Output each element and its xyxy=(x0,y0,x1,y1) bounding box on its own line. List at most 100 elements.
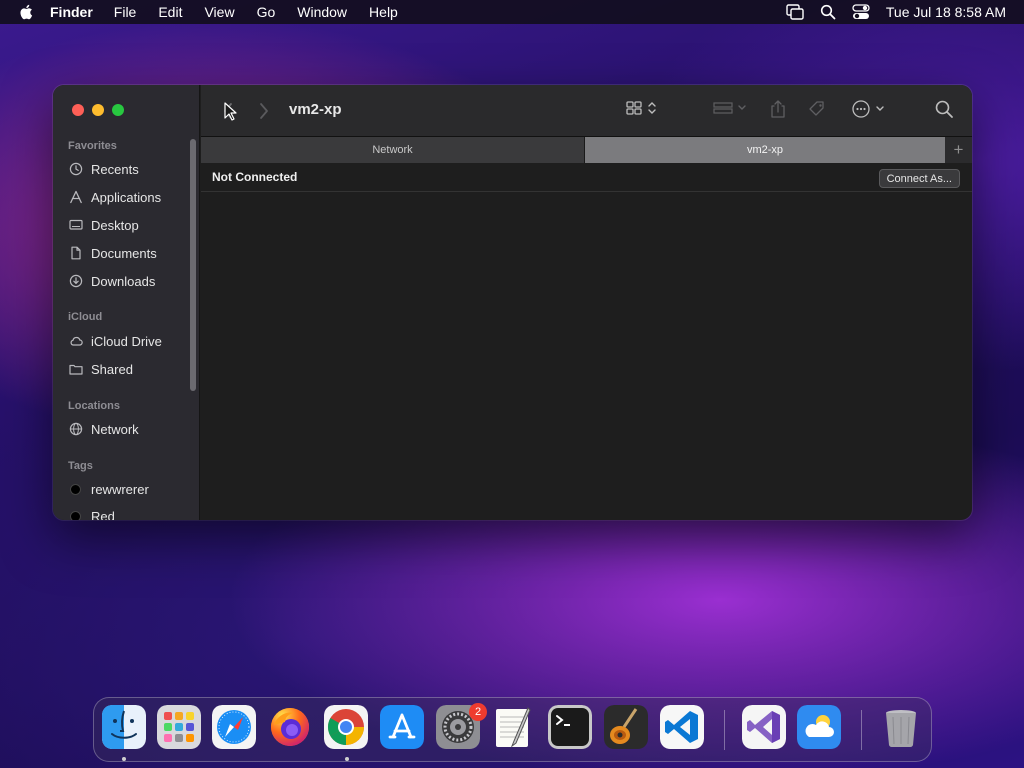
menu-edit[interactable]: Edit xyxy=(158,4,182,20)
sidebar-item-label: Recents xyxy=(91,161,139,177)
tab-bar: Network vm2-xp + xyxy=(201,137,972,163)
sidebar-section-favorites: Favorites xyxy=(68,140,117,152)
apple-menu-icon[interactable] xyxy=(18,3,36,21)
vscode-icon xyxy=(660,705,704,749)
sidebar-section-tags: Tags xyxy=(68,460,93,472)
dock-terminal[interactable] xyxy=(548,705,592,749)
sidebar-item-label: Red xyxy=(91,508,115,521)
toolbar: vm2-xp xyxy=(201,85,972,137)
connection-status: Not Connected xyxy=(212,170,298,184)
tab-network[interactable]: Network xyxy=(201,137,585,163)
download-icon xyxy=(69,274,83,288)
up-down-chevron-icon xyxy=(648,102,656,114)
cloud-icon xyxy=(70,336,83,346)
sidebar-item-shared[interactable]: Shared xyxy=(69,359,189,379)
shared-folder-icon xyxy=(69,364,83,375)
visual-studio-icon xyxy=(742,705,786,749)
sidebar-tag-red[interactable]: Red xyxy=(69,506,189,520)
safari-icon xyxy=(212,705,256,749)
guitar-icon xyxy=(604,705,648,749)
terminal-icon xyxy=(548,705,592,749)
tab-vm2-xp[interactable]: vm2-xp xyxy=(585,137,945,163)
menu-file[interactable]: File xyxy=(114,4,137,20)
close-window-button[interactable] xyxy=(72,104,84,116)
dock-launchpad[interactable] xyxy=(157,705,201,749)
launchpad-icon xyxy=(157,705,201,749)
tag-icon[interactable] xyxy=(807,99,827,119)
dock-garageband[interactable] xyxy=(604,705,648,749)
menu-window[interactable]: Window xyxy=(297,4,347,20)
dock-app-store[interactable] xyxy=(380,705,424,749)
sidebar-item-label: Downloads xyxy=(91,273,156,289)
sidebar-item-documents[interactable]: Documents xyxy=(69,243,189,263)
trash-icon xyxy=(886,710,916,748)
search-icon[interactable] xyxy=(934,99,954,119)
mouse-pointer-icon xyxy=(224,102,237,121)
sidebar-item-applications[interactable]: Applications xyxy=(69,187,189,207)
dock-textedit[interactable] xyxy=(492,705,536,749)
dock-finder[interactable] xyxy=(102,705,146,749)
sidebar-section-icloud: iCloud xyxy=(68,311,103,323)
globe-icon xyxy=(69,422,83,436)
firefox-icon xyxy=(271,708,309,746)
clock-icon xyxy=(69,162,83,176)
sidebar-item-label: Network xyxy=(91,421,139,437)
icon-view-grid-icon xyxy=(626,101,642,115)
group-by-button[interactable] xyxy=(713,99,747,117)
dock-trash[interactable] xyxy=(879,705,923,749)
window-controls xyxy=(72,104,124,116)
running-indicator-chrome xyxy=(345,757,349,761)
dock-vscode[interactable] xyxy=(660,705,704,749)
zoom-window-button[interactable] xyxy=(112,104,124,116)
chevron-down-icon xyxy=(738,105,746,110)
sidebar-item-recents[interactable]: Recents xyxy=(69,159,189,179)
menu-view[interactable]: View xyxy=(204,4,234,20)
document-icon xyxy=(71,246,81,260)
screen-mirroring-icon[interactable] xyxy=(786,4,804,20)
minimize-window-button[interactable] xyxy=(92,104,104,116)
connect-as-button[interactable]: Connect As... xyxy=(878,169,960,188)
chevron-down-icon xyxy=(876,106,884,111)
spotlight-icon[interactable] xyxy=(820,4,836,20)
view-mode-button[interactable] xyxy=(625,99,657,117)
finder-icon xyxy=(102,705,146,749)
dock-weather[interactable] xyxy=(797,705,841,749)
sidebar-item-label: Applications xyxy=(91,189,162,205)
dock-visual-studio[interactable] xyxy=(742,705,786,749)
notification-badge: 2 xyxy=(469,703,487,721)
more-actions-button[interactable] xyxy=(851,99,885,119)
sidebar-item-icloud-drive[interactable]: iCloud Drive xyxy=(69,331,189,351)
menu-help[interactable]: Help xyxy=(369,4,398,20)
dock-separator xyxy=(724,710,725,750)
sidebar-item-label: Desktop xyxy=(91,217,139,233)
sidebar-item-network[interactable]: Network xyxy=(69,419,189,439)
menu-app-name[interactable]: Finder xyxy=(50,4,93,20)
sidebar-item-desktop[interactable]: Desktop xyxy=(69,215,189,235)
connection-status-row: Not Connected Connect As... xyxy=(201,163,972,192)
sidebar-item-label: Documents xyxy=(91,245,157,261)
sidebar-item-label: Shared xyxy=(91,361,133,377)
sidebar-tag-rewwrerer[interactable]: rewwrerer xyxy=(69,479,189,499)
dock-firefox[interactable] xyxy=(268,705,312,749)
tag-color-dot xyxy=(70,510,81,520)
dock-chrome[interactable] xyxy=(324,705,368,749)
menu-clock[interactable]: Tue Jul 18 8:58 AM xyxy=(886,4,1006,20)
dock xyxy=(93,697,932,762)
dock-separator xyxy=(861,710,862,750)
forward-chevron-icon[interactable] xyxy=(258,102,270,120)
sidebar-scrollbar[interactable] xyxy=(190,139,196,391)
group-grid-icon xyxy=(713,102,733,114)
app-store-icon xyxy=(380,705,424,749)
sidebar-item-label: rewwrerer xyxy=(91,481,149,497)
control-center-icon[interactable] xyxy=(852,4,870,20)
weather-icon xyxy=(797,705,841,749)
new-tab-button[interactable]: + xyxy=(945,137,972,163)
menu-go[interactable]: Go xyxy=(257,4,276,20)
menu-bar: Finder File Edit View Go Window Help Tue… xyxy=(0,0,1024,24)
dock-safari[interactable] xyxy=(212,705,256,749)
desktop-icon xyxy=(69,219,83,230)
share-icon[interactable] xyxy=(769,99,787,119)
sidebar-item-downloads[interactable]: Downloads xyxy=(69,271,189,291)
chrome-icon xyxy=(324,705,368,749)
sidebar-section-locations: Locations xyxy=(68,400,120,412)
